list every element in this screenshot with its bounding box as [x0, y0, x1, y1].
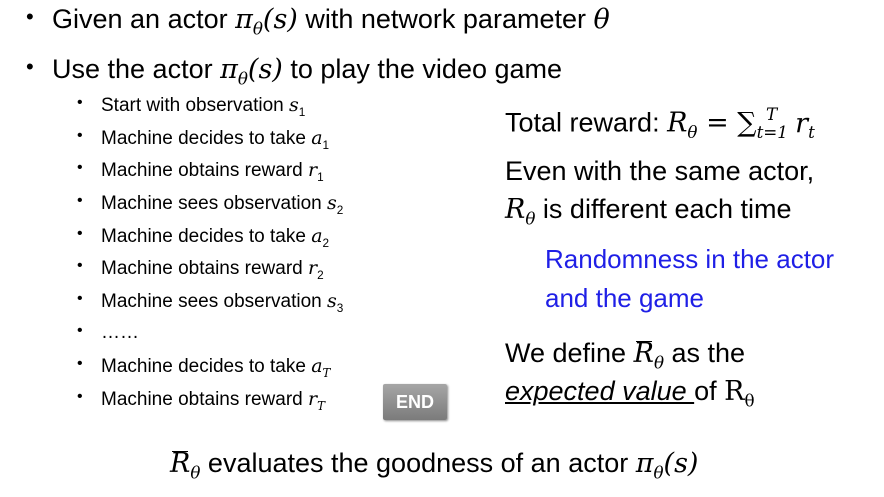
- bullet-dot: •: [77, 290, 83, 307]
- expected-reward-symbol: R: [633, 338, 654, 369]
- actor-symbol: π: [635, 448, 654, 479]
- bullet-dot: •: [77, 355, 83, 372]
- step-text: Machine obtains reward: [101, 389, 308, 410]
- randomness-line1: Randomness in the actor: [545, 244, 835, 274]
- actor-argument: (s): [262, 4, 298, 35]
- total-reward-label: Total reward:: [505, 107, 668, 138]
- step-symbol: a: [311, 225, 323, 247]
- step-item: • Machine obtains reward rT: [77, 388, 325, 413]
- bottom-text: evaluates the goodness of an actor: [200, 448, 636, 478]
- actor-subscript: θ: [252, 18, 263, 39]
- reward-subscript: θ: [525, 208, 536, 229]
- bullet-dot: •: [77, 225, 83, 242]
- reward-symbol: R: [505, 194, 526, 225]
- step-item: • Machine decides to take aT: [77, 355, 331, 380]
- step-text: Machine decides to take: [101, 356, 312, 377]
- expected-reward-symbol: R: [170, 448, 191, 479]
- step-reward-symbol: r: [795, 107, 809, 139]
- sum-lower-bound: t=1: [756, 122, 788, 143]
- define-text: as the: [664, 338, 746, 368]
- step-subscript: 2: [322, 236, 330, 250]
- total-reward: Total reward: Rθ = ∑t=1T rt: [505, 104, 815, 142]
- step-text: Machine decides to take: [101, 226, 312, 247]
- step-subscript: T: [322, 365, 331, 380]
- step-symbol: r: [308, 388, 318, 410]
- step-text: Machine decides to take: [101, 128, 312, 149]
- step-subscript: T: [317, 398, 325, 413]
- actor-symbol: π: [220, 54, 238, 85]
- step-item: • Machine obtains reward r2: [77, 257, 324, 282]
- bullet-given-actor: • Given an actor πθ(s) with network para…: [26, 4, 610, 39]
- step-item: • Machine decides to take a2: [77, 225, 330, 250]
- actor-argument: (s): [663, 448, 699, 479]
- step-symbol: a: [311, 127, 323, 149]
- actor-symbol: π: [235, 4, 253, 35]
- same-actor-line1: Even with the same actor,: [505, 156, 815, 186]
- step-symbol: r: [308, 159, 318, 181]
- bullet-text: Use the actor: [52, 54, 221, 84]
- reward-symbol: R: [724, 376, 745, 407]
- bottom-statement: Rθ evaluates the goodness of an actor πθ…: [170, 448, 698, 482]
- sum-upper-bound: T: [765, 104, 778, 124]
- step-symbol: s: [327, 192, 337, 214]
- bullet-dot: •: [26, 4, 34, 29]
- bullet-dot: •: [77, 94, 83, 111]
- expected-reward-subscript: θ: [653, 352, 665, 373]
- bullet-dot: •: [77, 388, 83, 405]
- expected-reward-subscript: θ: [190, 462, 201, 483]
- bullet-text: Given an actor: [52, 4, 236, 34]
- step-symbol: r: [308, 257, 318, 279]
- define-text: We define: [505, 338, 634, 368]
- bullet-text: to play the video game: [282, 54, 563, 84]
- actor-argument: (s): [247, 54, 283, 85]
- step-text: Start with observation: [101, 95, 289, 116]
- step-subscript: 2: [317, 268, 324, 282]
- step-item: • Machine sees observation s2: [77, 192, 344, 217]
- actor-subscript: θ: [237, 68, 248, 89]
- step-text: Machine obtains reward: [101, 160, 308, 181]
- bullet-dot: •: [26, 54, 34, 79]
- step-symbol: s: [327, 290, 337, 312]
- step-item: • Machine sees observation s3: [77, 290, 344, 315]
- define-line1: We define Rθ as the: [505, 338, 745, 372]
- bullet-use-actor: • Use the actor πθ(s) to play the video …: [26, 54, 563, 89]
- bullet-dot: •: [77, 192, 83, 209]
- bullet-dot: •: [77, 159, 83, 176]
- actor-subscript: θ: [653, 462, 664, 483]
- step-symbol: a: [311, 355, 323, 377]
- reward-symbol: R: [667, 107, 688, 139]
- step-subscript: 2: [336, 203, 344, 217]
- define-text: of: [694, 376, 725, 406]
- step-text: Machine sees observation: [101, 291, 328, 312]
- sum-operator: = ∑: [697, 107, 757, 139]
- same-actor-text: is different each time: [535, 194, 792, 224]
- step-text: Machine sees observation: [101, 193, 328, 214]
- randomness-line2: and the game: [545, 283, 705, 313]
- step-subscript: 1: [322, 138, 330, 152]
- step-reward-subscript: t: [808, 122, 815, 143]
- reward-subscript: θ: [744, 390, 755, 411]
- bullet-text: with network parameter: [297, 4, 594, 34]
- step-subscript: 3: [336, 301, 344, 315]
- step-symbol: s: [288, 94, 299, 116]
- bullet-dot: •: [77, 322, 83, 339]
- expected-value-text: expected value: [505, 376, 695, 406]
- define-line2: expected value of Rθ: [505, 376, 755, 410]
- reward-subscript: θ: [687, 122, 698, 143]
- step-subscript: 1: [317, 170, 324, 184]
- step-item: • Start with observation s1: [77, 94, 306, 119]
- parameter-symbol: θ: [593, 4, 610, 35]
- end-button[interactable]: END: [383, 384, 447, 420]
- step-item: • Machine decides to take a1: [77, 127, 330, 152]
- same-actor-line2: Rθ is different each time: [505, 194, 792, 228]
- bullet-dot: •: [77, 257, 83, 274]
- step-item: • Machine obtains reward r1: [77, 159, 324, 184]
- step-item: • ……: [77, 322, 139, 344]
- bullet-dot: •: [77, 127, 83, 144]
- step-text: Machine obtains reward: [101, 258, 308, 279]
- step-ellipsis: ……: [101, 322, 139, 343]
- step-subscript: 1: [298, 105, 306, 119]
